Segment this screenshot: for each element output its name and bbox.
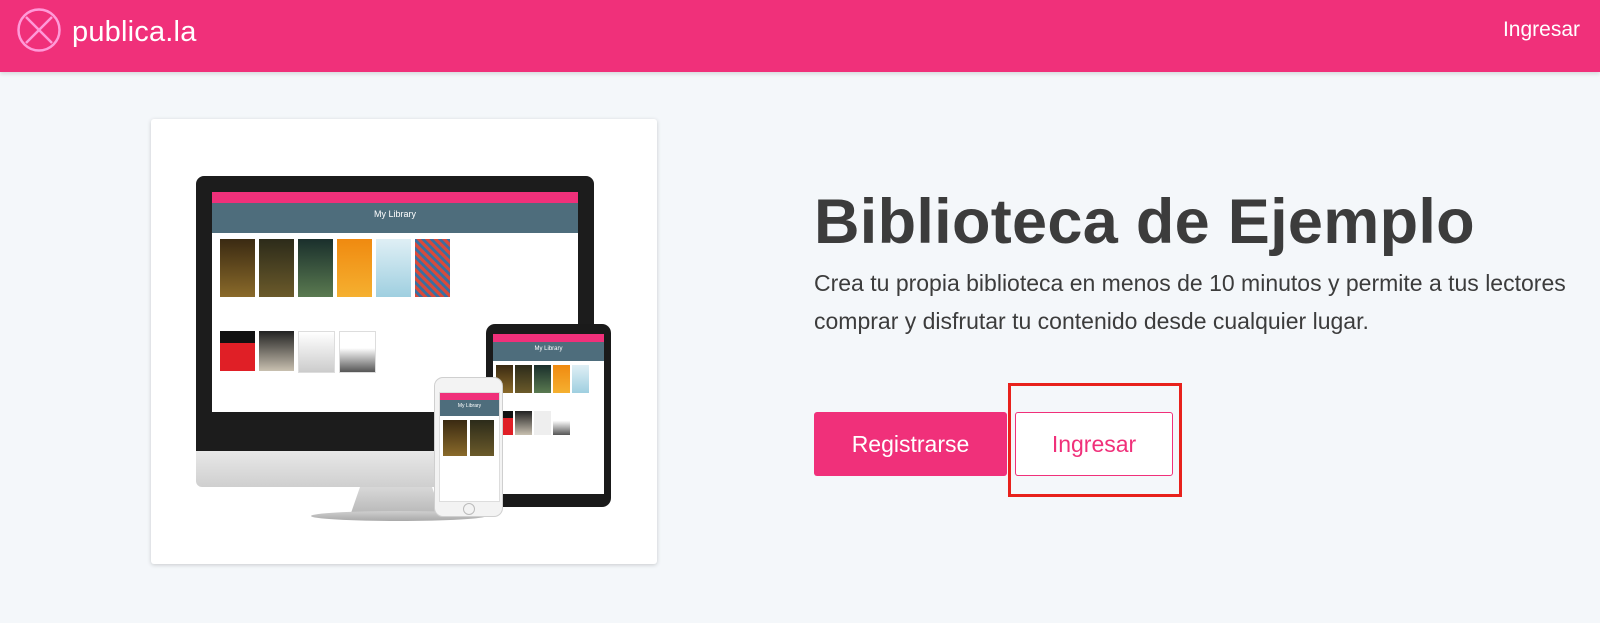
hero-devices-image: My Library My Library My Library bbox=[151, 119, 657, 564]
tablet-screen: My Library bbox=[493, 334, 604, 494]
phone-screen: My Library bbox=[439, 392, 500, 502]
book-cover bbox=[339, 331, 376, 373]
phone-home-button bbox=[463, 503, 475, 515]
nav-login-link[interactable]: Ingresar bbox=[1503, 18, 1580, 42]
hero-title: Biblioteca de Ejemplo bbox=[814, 187, 1475, 257]
phone-mini-body bbox=[440, 416, 499, 460]
book-cover bbox=[298, 239, 333, 297]
tablet-mini-navbar bbox=[493, 334, 604, 342]
desktop-mini-header: My Library bbox=[212, 203, 578, 233]
book-cover bbox=[220, 239, 255, 297]
book-cover bbox=[470, 420, 494, 456]
book-cover bbox=[515, 411, 532, 435]
book-cover bbox=[534, 411, 551, 435]
book-cover bbox=[515, 365, 532, 393]
register-button[interactable]: Registrarse bbox=[814, 412, 1007, 476]
login-button[interactable]: Ingresar bbox=[1015, 412, 1173, 476]
book-cover bbox=[259, 331, 294, 371]
book-cover bbox=[337, 239, 372, 297]
phone-mockup: My Library bbox=[434, 377, 503, 517]
book-cover bbox=[376, 239, 411, 297]
book-cover bbox=[534, 365, 551, 393]
book-cover bbox=[443, 420, 467, 456]
tablet-cover-row-2 bbox=[496, 411, 601, 435]
desktop-monitor-neck bbox=[351, 487, 441, 513]
phone-mini-header: My Library bbox=[440, 400, 499, 416]
desktop-mini-navbar bbox=[212, 192, 578, 203]
book-cover bbox=[298, 331, 335, 373]
book-cover bbox=[553, 411, 570, 435]
book-cover bbox=[415, 239, 450, 297]
tablet-mockup: My Library bbox=[486, 324, 611, 507]
brand-logo[interactable]: publica.la bbox=[16, 7, 197, 58]
brand-name: publica.la bbox=[72, 15, 197, 48]
top-navbar: publica.la Ingresar bbox=[0, 0, 1600, 72]
book-cover bbox=[572, 365, 589, 393]
phone-mini-navbar bbox=[440, 393, 499, 400]
tablet-mini-header: My Library bbox=[493, 342, 604, 361]
tablet-cover-row-1 bbox=[496, 365, 601, 393]
hero-subtitle: Crea tu propia biblioteca en menos de 10… bbox=[814, 270, 1566, 334]
book-cover bbox=[259, 239, 294, 297]
phone-cover-row bbox=[443, 420, 496, 456]
book-cover bbox=[220, 331, 255, 371]
circle-x-logo-icon bbox=[16, 7, 62, 58]
book-cover bbox=[553, 365, 570, 393]
tablet-mini-body bbox=[493, 361, 604, 439]
desktop-cover-row-1 bbox=[220, 239, 570, 297]
